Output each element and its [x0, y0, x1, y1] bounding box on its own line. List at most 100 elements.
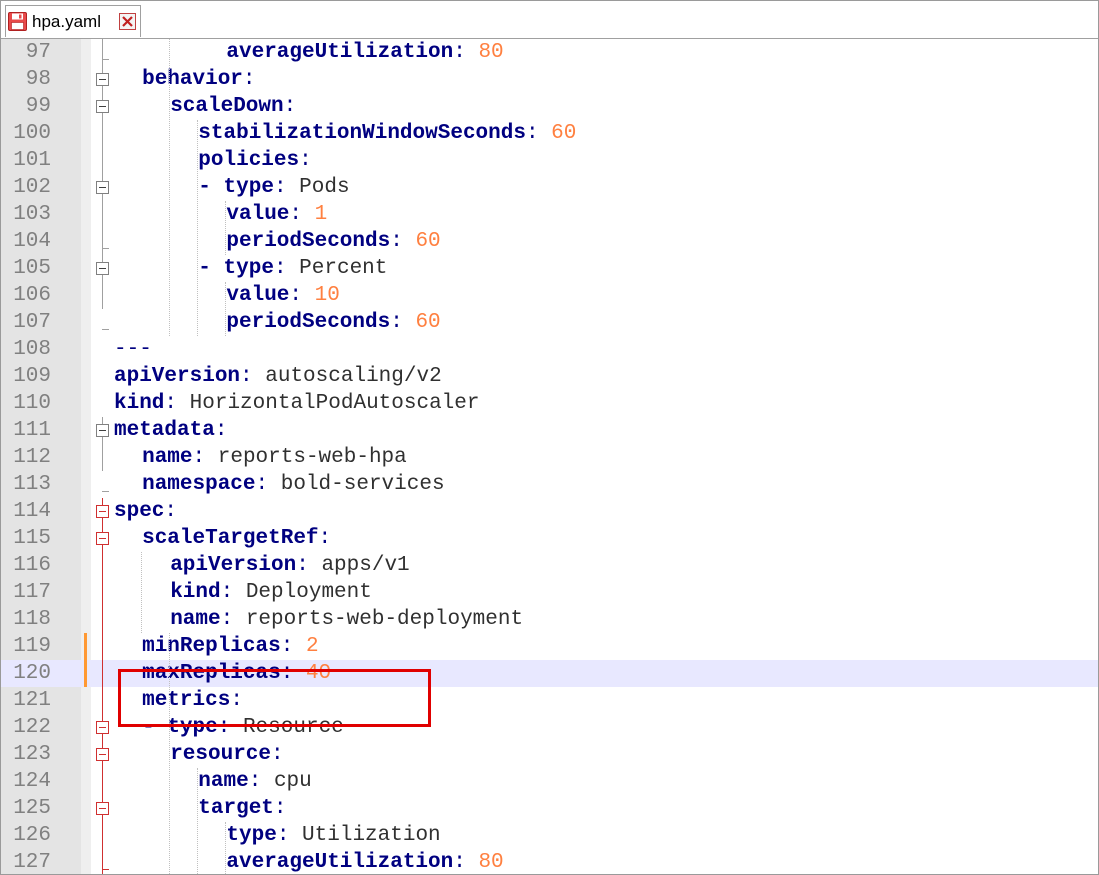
colon: : [280, 662, 294, 685]
code-line[interactable]: 104 periodSeconds: 60 [1, 228, 1098, 255]
code-line[interactable]: 112 name: reports-web-hpa [1, 444, 1098, 471]
yaml-key: behavior [142, 68, 243, 91]
yaml-key: scaleTargetRef [142, 527, 319, 550]
yaml-string-value: reports-web-hpa [217, 446, 407, 469]
yaml-string-value: Pods [299, 176, 350, 199]
code-line[interactable]: 115 scaleTargetRef: [1, 525, 1098, 552]
indent-guide [141, 552, 143, 633]
fold-toggle-icon[interactable] [96, 748, 109, 761]
code-line[interactable]: 122 - type: Resource [1, 714, 1098, 741]
code-content: --- [114, 336, 152, 363]
code-content: value: 1 [226, 201, 327, 228]
close-icon[interactable] [119, 13, 136, 30]
yaml-string-value: apps/v1 [321, 554, 410, 577]
code-content: averageUtilization: 80 [226, 39, 503, 66]
line-number: 122 [13, 716, 51, 739]
yaml-key: target [198, 797, 274, 820]
line-number: 112 [13, 446, 51, 469]
line-number: 107 [13, 311, 51, 334]
yaml-key: averageUtilization [226, 41, 454, 64]
code-editor[interactable]: 97 averageUtilization: 80 98 behavior: 99 sca… [1, 39, 1098, 874]
indent-guide [197, 120, 199, 336]
list-dash: - [142, 716, 168, 739]
line-number: 108 [13, 338, 51, 361]
line-number: 103 [13, 203, 51, 226]
code-line[interactable]: 110 kind: HorizontalPodAutoscaler [1, 390, 1098, 417]
yaml-key: resource [170, 743, 272, 766]
colon: : [220, 581, 234, 604]
code-line[interactable]: 111 metadata: [1, 417, 1098, 444]
yaml-string-value: cpu [273, 770, 312, 793]
code-line[interactable]: 127 averageUtilization: 80 [1, 849, 1098, 874]
fold-toggle-icon[interactable] [96, 532, 109, 545]
code-line[interactable]: 123 resource: [1, 741, 1098, 768]
code-line[interactable]: 120 maxReplicas: 40 [1, 660, 1098, 687]
yaml-string-value: Resource [242, 716, 344, 739]
code-line[interactable]: 103 value: 1 [1, 201, 1098, 228]
yaml-key: name [198, 770, 249, 793]
colon: : [240, 365, 253, 388]
fold-toggle-icon[interactable] [96, 721, 109, 734]
fold-toggle-icon[interactable] [96, 262, 109, 275]
line-number: 120 [13, 662, 51, 685]
colon: : [255, 473, 269, 496]
yaml-number-value: 60 [415, 311, 441, 334]
code-line[interactable]: 121 metrics: [1, 687, 1098, 714]
fold-toggle-icon[interactable] [96, 424, 109, 437]
yaml-key: name [170, 608, 221, 631]
indent-guide [169, 39, 171, 336]
fold-end-marker [102, 869, 109, 870]
code-line[interactable]: 114 spec: [1, 498, 1098, 525]
code-line[interactable]: 97 averageUtilization: 80 [1, 39, 1098, 66]
colon: : [296, 554, 309, 577]
code-line[interactable]: 118 name: reports-web-deployment [1, 606, 1098, 633]
code-line[interactable]: 108 --- [1, 336, 1098, 363]
code-line[interactable]: 99 scaleDown: [1, 93, 1098, 120]
yaml-string-value: bold-services [280, 473, 445, 496]
code-line[interactable]: 101 policies: [1, 147, 1098, 174]
yaml-key: scaleDown [170, 95, 284, 118]
fold-toggle-icon[interactable] [96, 181, 109, 194]
tab-hpa-yaml[interactable]: hpa.yaml [5, 5, 141, 37]
line-number: 117 [13, 581, 51, 604]
line-number: 104 [13, 230, 51, 253]
code-line[interactable]: 113 namespace: bold-services [1, 471, 1098, 498]
code-content: scaleTargetRef: [142, 525, 331, 552]
colon: : [192, 446, 206, 469]
code-content: namespace: bold-services [142, 471, 444, 498]
code-content: maxReplicas: 40 [142, 660, 331, 687]
fold-toggle-icon[interactable] [96, 100, 109, 113]
yaml-key: spec [114, 500, 165, 523]
yaml-key: policies [198, 149, 300, 172]
code-content: metrics: [142, 687, 243, 714]
code-line[interactable]: 117 kind: Deployment [1, 579, 1098, 606]
yaml-key: namespace [142, 473, 256, 496]
line-number: 101 [13, 149, 51, 172]
code-line[interactable]: 98 behavior: [1, 66, 1098, 93]
fold-end-marker [102, 59, 109, 60]
colon: : [217, 716, 231, 739]
code-line[interactable]: 126 type: Utilization [1, 822, 1098, 849]
code-line[interactable]: 109 apiVersion: autoscaling/v2 [1, 363, 1098, 390]
colon: : [283, 95, 297, 118]
code-line[interactable]: 116 apiVersion: apps/v1 [1, 552, 1098, 579]
code-content: apiVersion: autoscaling/v2 [114, 363, 442, 390]
code-line[interactable]: 100 stabilizationWindowSeconds: 60 [1, 120, 1098, 147]
code-line[interactable]: 125 target: [1, 795, 1098, 822]
code-line[interactable]: 102 - type: Pods [1, 174, 1098, 201]
fold-toggle-icon[interactable] [96, 505, 109, 518]
line-number: 119 [13, 635, 51, 658]
line-number: 102 [13, 176, 51, 199]
colon: : [220, 608, 234, 631]
fold-toggle-icon[interactable] [96, 73, 109, 86]
code-line[interactable]: 107 periodSeconds: 60 [1, 309, 1098, 336]
code-line[interactable]: 106 value: 10 [1, 282, 1098, 309]
code-line[interactable]: 124 name: cpu [1, 768, 1098, 795]
line-number: 127 [13, 851, 51, 874]
code-content: name: reports-web-hpa [142, 444, 407, 471]
code-line[interactable]: 105 - type: Percent [1, 255, 1098, 282]
yaml-key: stabilizationWindowSeconds [198, 122, 526, 145]
code-line[interactable]: 119 minReplicas: 2 [1, 633, 1098, 660]
fold-toggle-icon[interactable] [96, 802, 109, 815]
change-history-marker [84, 660, 87, 687]
